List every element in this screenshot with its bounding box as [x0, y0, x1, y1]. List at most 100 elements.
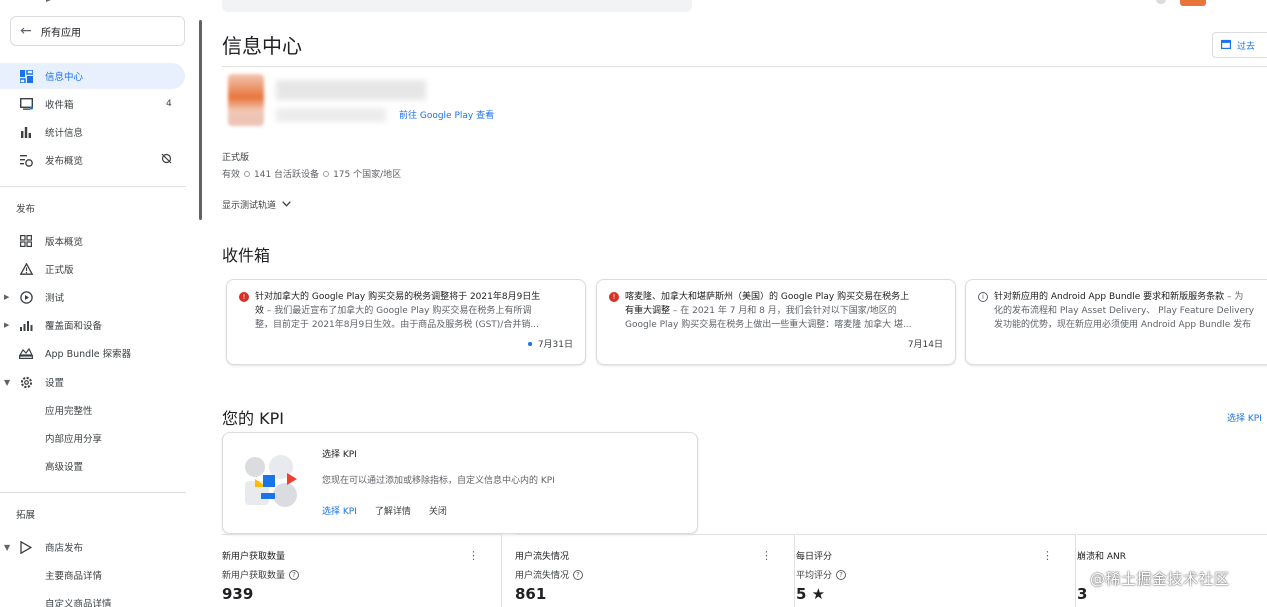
sidebar-item-internal-app-sharing[interactable]: 内部应用分享 [0, 425, 185, 451]
help-icon[interactable]: ? [573, 569, 584, 580]
inbox-card[interactable]: i 针对新应用的 Android App Bundle 要求和新版服务条款 – … [965, 279, 1267, 365]
collapse-caret-icon[interactable]: ▼ [4, 543, 10, 552]
sidebar-item-store-presence[interactable]: ▼ 商店发布 [0, 534, 185, 560]
sync-off-icon [161, 153, 172, 167]
inbox-card-body: Google Play 购买交易在税务上做出一些重大调整：喀麦隆 加拿大 堪..… [625, 320, 912, 330]
play-store-icon [18, 539, 34, 555]
title-divider [222, 66, 1267, 67]
sidebar-item-label: 统计信息 [45, 128, 84, 139]
inbox-count-badge: 4 [166, 99, 172, 109]
sidebar-item-reach-devices[interactable]: ▶ 覆盖面和设备 [0, 312, 185, 338]
metric-value: 3 [1077, 585, 1088, 603]
sidebar-item-release-overview[interactable]: 版本概览 [0, 228, 185, 254]
kpi-metric-card[interactable]: 每日评分 ⋮ 平均评分? 5 ★ [796, 534, 1076, 607]
warning-icon [18, 261, 34, 277]
inbox-icon [18, 96, 34, 112]
inbox-card-body: 整，目前定于 2021年8月9日生效。由于商品及服务税 (GST)/合并销... [255, 320, 539, 330]
view-on-google-play-link[interactable]: 前往 Google Play 查看 [399, 108, 494, 121]
all-apps-button[interactable]: ← 所有应用 [10, 16, 185, 46]
sidebar-item-advanced-settings[interactable]: 高级设置 [0, 453, 185, 479]
sidebar-item-label: 版本概览 [45, 237, 84, 248]
choose-kpi-button[interactable]: 选择 KPI [322, 504, 357, 517]
error-icon: ! [609, 292, 619, 302]
metric-header: 用户流失情况 [515, 552, 570, 562]
sidebar-item-settings[interactable]: ▼ 设置 [0, 369, 185, 395]
sidebar-item-app-integrity[interactable]: 应用完整性 [0, 397, 185, 423]
inbox-card-title: 针对新应用的 Android App Bundle 要求和新版服务条款 [994, 292, 1225, 302]
sidebar-item-label: App Bundle 探索器 [45, 349, 132, 360]
metric-header: 新用户获取数量 [222, 552, 286, 562]
bar-chart-icon [18, 124, 34, 140]
calendar-icon [1221, 39, 1232, 52]
kpi-metric-card[interactable]: 用户流失情况 ⋮ 用户流失情况? 861 [515, 534, 795, 607]
sidebar-item-label: 覆盖面和设备 [45, 321, 103, 332]
show-test-tracks-label: 显示测试轨道 [222, 201, 277, 211]
sidebar-item-publishing-overview[interactable]: 发布概览 [0, 147, 185, 173]
sidebar-item-production[interactable]: 正式版 [0, 256, 185, 282]
metric-value: 939 [222, 585, 254, 603]
sidebar-item-testing[interactable]: ▶ 测试 [0, 284, 185, 310]
sidebar-scrollbar[interactable] [199, 20, 202, 220]
inbox-card-title-cont: 有重大调整 [625, 306, 671, 316]
inbox-card-date-text: 7月14日 [907, 340, 943, 350]
metric-value: 861 [515, 585, 547, 603]
metric-subtitle: 用户流失情况? [515, 568, 584, 581]
release-track-label: 正式版 [222, 153, 250, 163]
sidebar-item-label: 发布概览 [45, 156, 84, 167]
show-test-tracks-toggle[interactable]: 显示测试轨道 [222, 198, 291, 211]
sidebar-item-label: 自定义商品详情 [45, 599, 112, 607]
inbox-card[interactable]: ! 针对加拿大的 Google Play 购买交易的税务调整将于 2021年8月… [226, 279, 586, 365]
sidebar: ← 所有应用 信息中心 收件箱 4 统计信息 发布概览 发布 版本概览 正式版 … [0, 0, 202, 607]
collapse-caret-icon[interactable]: ▼ [4, 378, 10, 387]
active-devices-count: 141 台活跃设备 [254, 170, 320, 180]
watermark: @稀土掘金技术社区 [1090, 570, 1230, 588]
signal-icon [18, 317, 34, 333]
inbox-card-body: – 我们最近宣布了加拿大的 Google Play 购买交易在税务上有所调 [264, 306, 532, 316]
kpi-card-actions: 选择 KPI 了解详情 关闭 [322, 504, 447, 517]
inbox-card-date-text: 7月31日 [537, 340, 573, 350]
metric-subtitle-text: 平均评分 [796, 571, 833, 581]
metric-value: 5 ★ [796, 585, 826, 603]
expand-caret-icon[interactable]: ▶ [4, 321, 9, 329]
sidebar-item-label: 应用完整性 [45, 406, 93, 417]
countries-count: 175 个国家/地区 [333, 170, 402, 180]
main-content: 信息中心 过去 前往 Google Play 查看 正式版 有效 141 台活跃… [222, 0, 1267, 607]
sidebar-item-label: 信息中心 [45, 72, 84, 83]
learn-more-link[interactable]: 了解详情 [375, 504, 411, 517]
date-range-label: 过去 [1237, 41, 1256, 52]
help-icon[interactable]: ? [836, 569, 847, 580]
sidebar-item-label: 内部应用分享 [45, 434, 103, 445]
close-button[interactable]: 关闭 [429, 504, 447, 517]
sidebar-item-inbox[interactable]: 收件箱 4 [0, 91, 185, 117]
choose-kpi-link[interactable]: 选择 KPI [1227, 411, 1262, 424]
sidebar-item-label: 商店发布 [45, 543, 84, 554]
expand-caret-icon[interactable]: ▶ [4, 293, 9, 301]
kpi-card-description: 您现在可以通过添加或移除指标，自定义信息中心内的 KPI [322, 476, 555, 486]
inbox-card-title: 针对加拿大的 Google Play 购买交易的税务调整将于 2021年8月9日… [255, 292, 541, 302]
sidebar-item-app-bundle-explorer[interactable]: App Bundle 探索器 [0, 340, 185, 366]
kpi-card-title: 选择 KPI [322, 450, 357, 460]
more-vert-icon[interactable]: ⋮ [468, 549, 479, 562]
inbox-card[interactable]: ! 喀麦隆、加拿大和堪萨斯州（美国）的 Google Play 购买交易在税务上… [596, 279, 956, 365]
sidebar-item-dashboard[interactable]: 信息中心 [0, 63, 185, 89]
kpi-metric-card[interactable]: 新用户获取数量 ⋮ 新用户获取数量? 939 [222, 534, 502, 607]
inbox-card-title: 喀麦隆、加拿大和堪萨斯州（美国）的 Google Play 购买交易在税务上 [625, 292, 910, 302]
inbox-card-body: – 在 2021 年 7 月和 8 月，我们会针对以下国家/地区的 [670, 306, 897, 316]
inbox-card-body: 化的发布流程和 Play Asset Delivery、 Play Featur… [994, 306, 1255, 316]
more-vert-icon[interactable]: ⋮ [1042, 549, 1053, 562]
sidebar-item-label: 正式版 [45, 265, 74, 276]
more-vert-icon[interactable]: ⋮ [761, 549, 772, 562]
section-heading-grow: 拓展 [16, 510, 36, 521]
globe-icon [323, 170, 330, 177]
metric-subtitle-text: 用户流失情况 [515, 571, 570, 581]
sidebar-item-statistics[interactable]: 统计信息 [0, 119, 185, 145]
inbox-card-date: 7月14日 [908, 337, 943, 350]
help-icon[interactable]: ? [289, 569, 300, 580]
sidebar-item-custom-store-listing[interactable]: 自定义商品详情 [0, 590, 185, 607]
sidebar-item-main-store-listing[interactable]: 主要商品详情 [0, 562, 185, 588]
release-stats: 有效 141 台活跃设备 175 个国家/地区 [222, 167, 401, 180]
release-status: 有效 [222, 170, 241, 180]
sidebar-divider [0, 186, 186, 187]
date-range-button[interactable]: 过去 [1212, 32, 1267, 58]
sidebar-item-label: 收件箱 [45, 100, 74, 111]
